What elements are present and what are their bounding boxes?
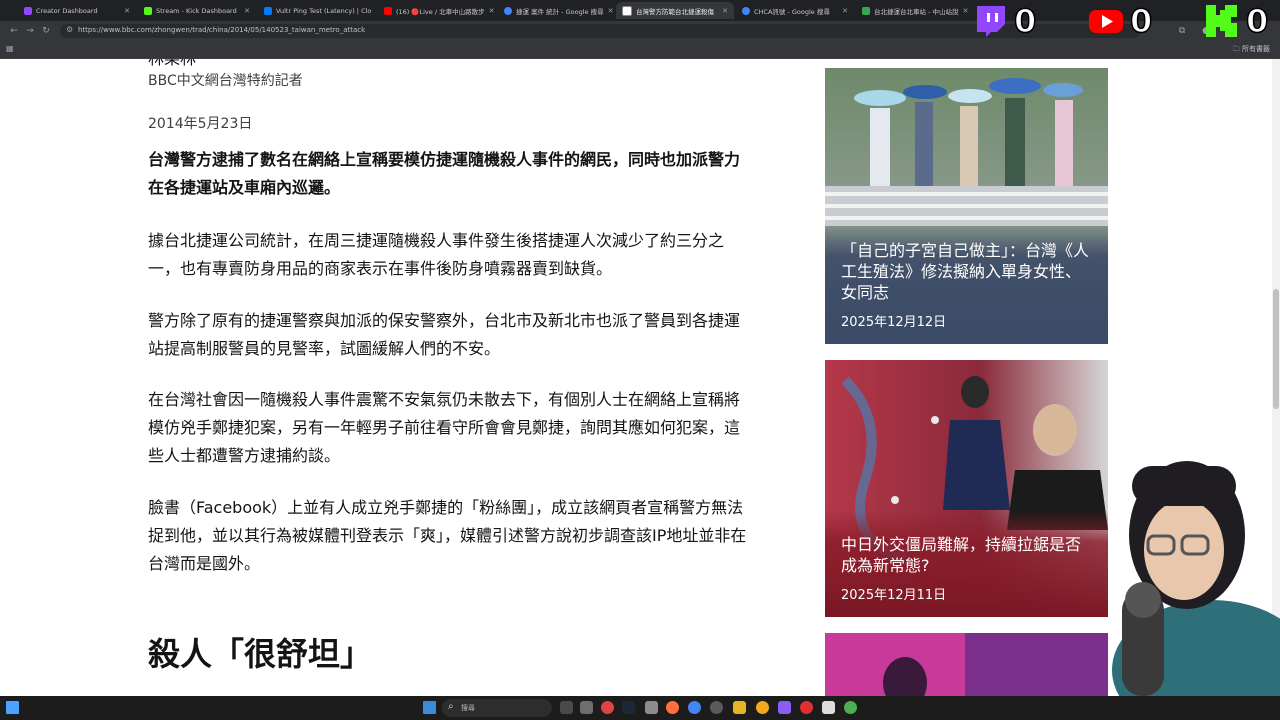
app-icon[interactable] — [844, 701, 857, 714]
close-tab-icon[interactable]: ✕ — [722, 7, 728, 15]
article-paragraph: 據台北捷運公司統計，在周三捷運隨機殺人事件發生後搭捷運人次減少了約三分之一，也有… — [148, 231, 725, 278]
site-info-icon[interactable]: ⚙ — [66, 25, 73, 34]
firefox-icon[interactable] — [666, 701, 679, 714]
webcam-overlay — [1072, 440, 1280, 696]
app-icon[interactable] — [756, 701, 769, 714]
tab-label: CHCA訊號 - Google 搜尋 — [754, 7, 830, 16]
task-view-icon[interactable] — [560, 701, 573, 714]
tab-google-search-metro[interactable]: 捷運 案件 統計 - Google 搜尋 ✕ — [498, 2, 616, 19]
story-title: 「自己的子宮自己做主」：台灣《人工生殖法》修法擬納入單身女性、女同志 — [841, 241, 1090, 302]
article-paragraph: 警方除了原有的捷運警察與加派的保安警察外，台北市及新北市也派了警員到各捷運站提高… — [148, 311, 741, 358]
app-icon[interactable] — [580, 701, 593, 714]
youtube-count: 0 — [1129, 1, 1153, 41]
article-paragraph: 在台灣社會因一隨機殺人事件震驚不安氣氛仍未散去下，有個別人士在網絡上宣稱將模仿兇… — [148, 390, 741, 465]
tab-label: 台北捷運台北車站 - 中山站說 — [874, 7, 959, 16]
back-arrow-icon[interactable]: ← — [8, 25, 20, 37]
related-story-card[interactable] — [825, 633, 1108, 696]
folder-icon: 🗀 — [1232, 45, 1242, 53]
close-tab-icon[interactable]: ✕ — [842, 7, 848, 15]
steam-icon[interactable] — [622, 701, 635, 714]
tab-bbc-article[interactable]: 台灣警方防範台北捷運殺傷 ✕ — [616, 2, 734, 19]
apps-grid-icon[interactable]: ▦ — [6, 44, 14, 53]
related-story-card[interactable]: 中日外交僵局難解，持續拉鋸是否成為新常態? 2025年12月11日 — [825, 360, 1108, 617]
app-icon[interactable] — [645, 701, 658, 714]
story-date: 2025年12月11日 — [841, 588, 947, 603]
app-icon[interactable] — [822, 701, 835, 714]
youtube-favicon-icon — [384, 6, 392, 15]
close-tab-icon[interactable]: ✕ — [608, 7, 614, 15]
tab-label: 台灣警方防範台北捷運殺傷 — [636, 7, 714, 16]
all-bookmarks-link[interactable]: 🗀 所有書籤 — [1233, 44, 1270, 56]
story-photo-gamer — [825, 633, 1108, 696]
tab-label: 捷運 案件 統計 - Google 搜尋 — [516, 7, 604, 16]
app-icon[interactable] — [778, 701, 791, 714]
windows-taskbar: ⌕ 搜尋 — [0, 696, 1280, 720]
extensions-icon[interactable]: ⧉ — [1176, 25, 1188, 37]
vultr-favicon-icon — [264, 6, 272, 15]
tab-vultr-ping[interactable]: Vultr Ping Test (Latency) | Clo ✕ — [258, 2, 376, 19]
kick-favicon-icon — [144, 6, 152, 15]
tab-youtube-live[interactable]: (16) 🔴Live / 北車中山路散步 ✕ — [378, 2, 496, 19]
reload-icon[interactable]: ↻ — [40, 25, 52, 37]
tab-google-search-chca[interactable]: CHCA訊號 - Google 搜尋 ✕ — [736, 2, 854, 19]
obs-icon[interactable] — [800, 701, 813, 714]
streamer-webcam-image — [1112, 461, 1280, 696]
tab-label: (16) 🔴Live / 北車中山路散步 — [396, 7, 485, 16]
author-name: 林樂林 — [148, 59, 196, 69]
twitch-count: 0 — [1013, 1, 1037, 41]
close-tab-icon[interactable]: ✕ — [962, 7, 968, 15]
close-tab-icon[interactable]: ✕ — [124, 7, 130, 15]
article-subheading: 殺人「很舒坦」 — [148, 635, 373, 673]
kick-viewer-counter: 0 — [1204, 1, 1269, 41]
url-text: https://www.bbc.com/zhongwen/trad/china/… — [78, 26, 366, 34]
file-explorer-icon[interactable] — [733, 701, 746, 714]
app-icon[interactable] — [710, 701, 723, 714]
story-date: 2025年12月12日 — [841, 315, 947, 330]
author-role: BBC中文網台灣特約記者 — [148, 73, 303, 89]
tab-label: Creator Dashboard — [36, 6, 98, 15]
metro-favicon-icon — [862, 6, 870, 15]
twitch-favicon-icon — [24, 6, 32, 15]
close-tab-icon[interactable]: ✕ — [375, 7, 376, 15]
all-bookmarks-label: 所有書籤 — [1242, 45, 1270, 53]
article-paragraph: 臉書（Facebook）上並有人成立兇手鄭捷的「粉絲團」，成立該網頁者宣稱警方無… — [148, 498, 747, 573]
twitch-logo-icon — [977, 6, 1005, 37]
kick-logo-icon — [1206, 5, 1237, 37]
taskbar-search[interactable]: ⌕ 搜尋 — [442, 699, 552, 717]
story-caption: 「自己的子宮自己做主」：台灣《人工生殖法》修法擬納入單身女性、女同志 2025年… — [825, 240, 1108, 330]
tab-creator-dashboard[interactable]: Creator Dashboard ✕ — [18, 2, 136, 19]
google-favicon-icon — [742, 6, 750, 15]
google-favicon-icon — [504, 6, 512, 15]
tab-taipei-metro[interactable]: 台北捷運台北車站 - 中山站說 ✕ — [856, 2, 968, 19]
story-title: 中日外交僵局難解，持續拉鋸是否成為新常態? — [841, 535, 1082, 575]
forward-arrow-icon[interactable]: → — [24, 25, 36, 37]
article-lead: 台灣警方逮捕了數名在網絡上宣稱要模仿捷運隨機殺人事件的網民，同時也加派警力在各捷… — [148, 150, 741, 197]
tab-label: Vultr Ping Test (Latency) | Clo — [276, 6, 372, 15]
close-tab-icon[interactable]: ✕ — [244, 7, 250, 15]
youtube-logo-icon — [1089, 10, 1123, 33]
close-tab-icon[interactable]: ✕ — [489, 7, 495, 15]
twitch-viewer-counter: 0 — [972, 1, 1037, 41]
tab-kick-dashboard[interactable]: Stream - Kick Dashboard ✕ — [138, 2, 256, 19]
search-placeholder: 搜尋 — [461, 704, 475, 712]
bbc-favicon-icon — [622, 5, 632, 16]
scrollbar-thumb[interactable] — [1273, 289, 1279, 409]
windows-start-icon[interactable] — [423, 701, 436, 714]
search-icon: ⌕ — [448, 701, 454, 712]
related-story-card[interactable]: 「自己的子宮自己做主」：台灣《人工生殖法》修法擬納入單身女性、女同志 2025年… — [825, 68, 1108, 344]
app-icon[interactable] — [601, 701, 614, 714]
chrome-icon[interactable] — [688, 701, 701, 714]
story-caption: 中日外交僵局難解，持續拉鋸是否成為新常態? 2025年12月11日 — [825, 534, 1108, 603]
kick-count: 0 — [1245, 1, 1269, 41]
tab-label: Stream - Kick Dashboard — [156, 6, 237, 15]
bookmarks-bar: ▦ 🗀 所有書籤 — [0, 41, 1280, 59]
widgets-icon[interactable] — [6, 701, 19, 714]
article-date: 2014年5月23日 — [148, 116, 253, 132]
youtube-viewer-counter: 0 — [1088, 1, 1153, 41]
